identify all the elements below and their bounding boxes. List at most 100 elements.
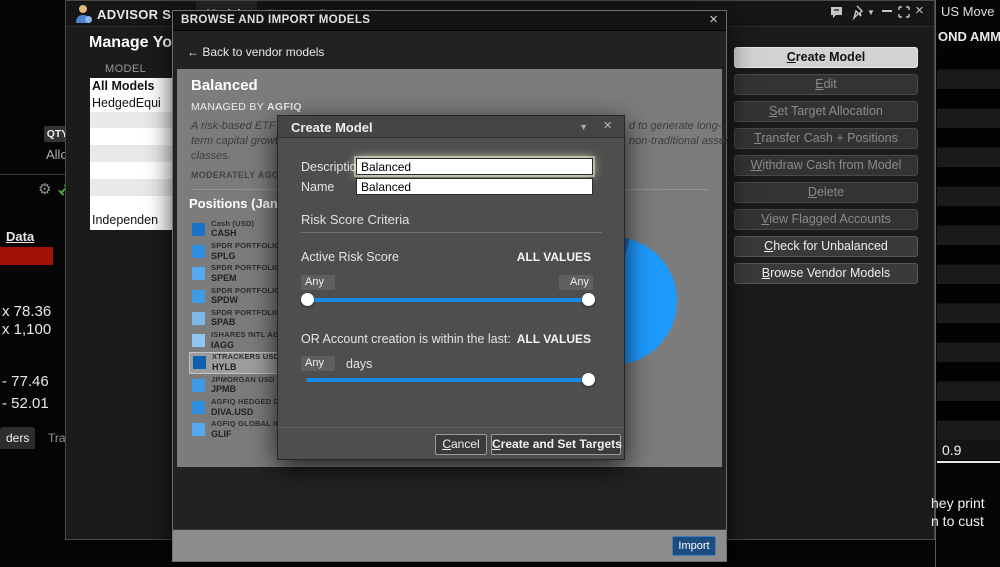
divider xyxy=(278,427,624,428)
position-color-swatch xyxy=(192,401,205,414)
model-list-item[interactable] xyxy=(90,128,173,145)
managed-by-label: MANAGED BY AGFIQ xyxy=(191,101,302,113)
view-flagged-accounts-button[interactable]: View Flagged Accounts xyxy=(734,209,918,230)
position-row[interactable]: ISHARES INTL AGGRIAGG xyxy=(189,329,290,351)
position-row[interactable]: SPDR PORTFOLIO SSPLG xyxy=(189,240,290,262)
browse-dialog-titlebar[interactable]: BROWSE AND IMPORT MODELS × xyxy=(173,11,726,31)
position-row[interactable]: JPMORGAN USD EMJPMB xyxy=(189,374,290,396)
right-table-value: 0.9 xyxy=(937,440,1000,460)
restore-icon[interactable] xyxy=(898,6,910,18)
size-value: x 1,100 xyxy=(2,321,51,338)
collapse-icon[interactable]: ▼ xyxy=(579,122,588,132)
model-list-item[interactable]: HedgedEqui xyxy=(90,95,173,112)
right-footer-text: n to cust xyxy=(931,513,984,529)
screen: Data x 78.36 x 1,100 - 77.46 - 52.01 QTY… xyxy=(0,0,1000,567)
model-list-item[interactable] xyxy=(90,145,173,162)
close-icon[interactable]: × xyxy=(709,11,718,28)
days-input[interactable]: Any xyxy=(301,356,335,371)
model-list-item[interactable] xyxy=(90,196,173,213)
minimize-icon[interactable] xyxy=(882,10,892,12)
position-row[interactable]: SPDR PORTFOLIO DSPDW xyxy=(189,285,290,307)
back-arrow-icon: ← xyxy=(187,45,199,59)
risk-min-input[interactable]: Any xyxy=(301,275,335,290)
divider xyxy=(937,461,1000,463)
active-risk-score-label: Active Risk Score xyxy=(301,250,399,264)
days-slider-handle[interactable] xyxy=(582,373,595,386)
gear-icon[interactable]: ⚙ xyxy=(38,180,51,198)
all-values-label: ALL VALUES xyxy=(517,250,591,264)
create-model-button[interactable]: Create Model xyxy=(734,47,918,68)
change-value: - 52.01 xyxy=(2,395,49,412)
browse-dialog-title: BROWSE AND IMPORT MODELS xyxy=(181,14,370,26)
right-table-rows xyxy=(937,50,1000,440)
withdraw-cash-button[interactable]: Withdraw Cash from Model xyxy=(734,155,918,176)
advisor-person-icon xyxy=(74,3,94,25)
divider xyxy=(301,232,602,233)
model-description-right: d to generate long- non-traditional asse… xyxy=(629,119,728,149)
days-label: days xyxy=(346,357,372,371)
check-for-unbalanced-button[interactable]: Check for Unbalanced xyxy=(734,236,918,257)
back-to-vendor-models-link[interactable]: ← Back to vendor models xyxy=(187,45,324,59)
risk-max-input[interactable]: Any xyxy=(559,275,593,290)
risk-slider-track[interactable] xyxy=(304,298,592,302)
price-value: x 78.36 xyxy=(2,303,51,320)
cancel-button[interactable]: Cancel xyxy=(435,434,487,455)
right-footer-text: hey print xyxy=(931,495,985,511)
create-dialog-titlebar[interactable]: Create Model ▼ × xyxy=(278,116,624,138)
position-color-swatch xyxy=(192,223,205,236)
model-list-label: MODEL xyxy=(105,63,146,75)
model-list-item[interactable] xyxy=(90,179,173,196)
browse-dialog-footer: Import xyxy=(173,529,726,561)
risk-slider-min-handle[interactable] xyxy=(301,293,314,306)
account-creation-label: OR Account creation is within the last: xyxy=(301,332,511,346)
position-color-swatch xyxy=(192,290,205,303)
model-list-item[interactable]: All Models xyxy=(90,78,173,95)
position-row[interactable]: AGFIQ GLOBAL INFRGLIF xyxy=(189,419,290,441)
edit-button[interactable]: Edit xyxy=(734,74,918,95)
create-model-dialog: Create Model ▼ × Description Name Risk S… xyxy=(277,115,625,460)
delete-button[interactable]: Delete xyxy=(734,182,918,203)
position-color-swatch xyxy=(192,245,205,258)
position-row-selected[interactable]: XTRACKERS USD HIHYLB xyxy=(189,352,290,374)
position-color-swatch xyxy=(192,423,205,436)
right-column-header: OND AMM xyxy=(938,29,1000,44)
model-list-item[interactable] xyxy=(90,112,173,129)
risk-slider-max-handle[interactable] xyxy=(582,293,595,306)
divider xyxy=(0,174,65,175)
description-label: Description xyxy=(301,160,364,174)
vendor-model-name: Balanced xyxy=(191,77,258,94)
position-row[interactable]: AGFIQ HEDGED DIVDIVA.USD xyxy=(189,396,290,418)
positions-list: Cash (USD)CASH SPDR PORTFOLIO SSPLG SPDR… xyxy=(189,218,290,441)
close-icon[interactable]: × xyxy=(603,117,612,134)
data-link[interactable]: Data xyxy=(6,229,34,244)
position-row[interactable]: SPDR PORTFOLIO ESPEM xyxy=(189,263,290,285)
position-color-swatch xyxy=(192,312,205,325)
selected-row-highlight xyxy=(0,247,53,265)
position-color-swatch xyxy=(192,334,205,347)
model-list: All Models HedgedEqui Independen xyxy=(90,78,173,230)
description-input[interactable] xyxy=(356,158,593,175)
set-target-allocation-button[interactable]: Set Target Allocation xyxy=(734,101,918,122)
chat-icon[interactable] xyxy=(829,5,844,20)
position-color-swatch xyxy=(192,379,205,392)
right-window-title: US Move xyxy=(941,4,994,19)
position-row[interactable]: Cash (USD)CASH xyxy=(189,218,290,240)
name-label: Name xyxy=(301,180,334,194)
close-icon[interactable]: × xyxy=(915,2,924,19)
position-color-swatch xyxy=(193,356,206,369)
pin-icon[interactable] xyxy=(852,5,865,20)
position-row[interactable]: SPDR PORTFOLIO ASPAB xyxy=(189,307,290,329)
model-list-item[interactable]: Independen xyxy=(90,212,173,229)
model-list-item[interactable] xyxy=(90,162,173,179)
window-divider xyxy=(935,0,936,567)
browse-vendor-models-button[interactable]: Browse Vendor Models xyxy=(734,263,918,284)
create-dialog-title: Create Model xyxy=(291,120,373,135)
days-slider-track[interactable] xyxy=(306,378,590,382)
transfer-cash-positions-button[interactable]: Transfer Cash + Positions xyxy=(734,128,918,149)
import-button[interactable]: Import xyxy=(672,536,716,556)
create-and-set-targets-button[interactable]: Create and Set Targets xyxy=(491,434,621,455)
pin-caret-icon[interactable]: ▼ xyxy=(867,8,875,17)
tab-orders[interactable]: ders xyxy=(0,427,35,449)
change-value: - 77.46 xyxy=(2,373,49,390)
name-input[interactable] xyxy=(356,178,593,195)
